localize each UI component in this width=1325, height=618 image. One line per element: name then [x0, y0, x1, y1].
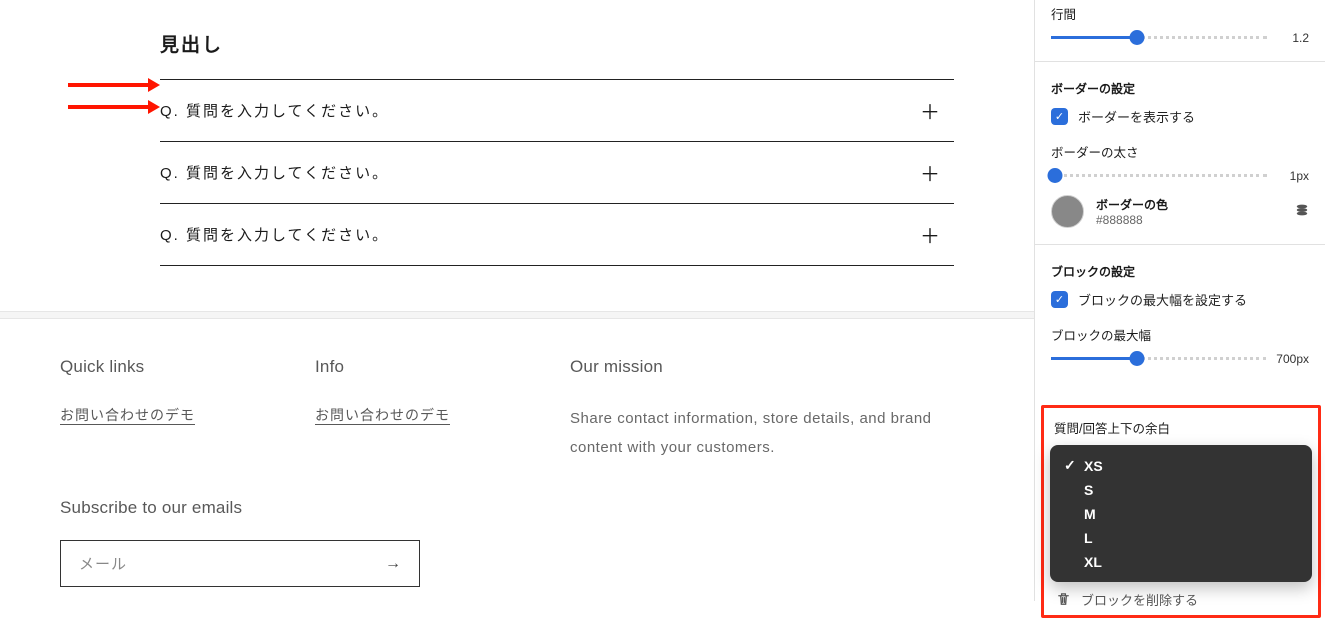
settings-sidebar: 行間 1.2 ボーダーの設定 ✓ ボーダーを表示する ボーダーの太さ 1px ボ…	[1034, 0, 1325, 601]
faq-list: Q. 質問を入力してください。 ＋ Q. 質問を入力してください。 ＋ Q. 質…	[160, 79, 954, 266]
dropdown-option-s[interactable]: S	[1050, 478, 1312, 502]
faq-item[interactable]: Q. 質問を入力してください。 ＋	[160, 204, 954, 266]
setting-label-padding: 質問/回答上下の余白	[1054, 418, 1308, 437]
delete-label: ブロックを削除する	[1081, 590, 1198, 609]
footer-col-info: Info お問い合わせのデモ	[315, 357, 450, 462]
footer-col-quicklinks: Quick links お問い合わせのデモ	[60, 357, 195, 462]
slider-value: 700px	[1276, 352, 1309, 366]
plus-icon: ＋	[920, 158, 950, 187]
faq-question: Q. 質問を入力してください。	[160, 224, 389, 245]
padding-dropdown[interactable]: ✓ XS S M L XL	[1050, 445, 1312, 582]
footer-col-title: Quick links	[60, 357, 195, 377]
faq-question: Q. 質問を入力してください。	[160, 162, 389, 183]
subscribe-title: Subscribe to our emails	[60, 498, 974, 518]
setting-label-border-thickness: ボーダーの太さ	[1051, 142, 1309, 161]
slider-track[interactable]	[1051, 169, 1267, 183]
color-label: ボーダーの色	[1096, 196, 1168, 213]
layers-icon[interactable]	[1295, 203, 1309, 220]
footer-link[interactable]: お問い合わせのデモ	[60, 407, 195, 423]
arrow-icon	[68, 77, 160, 93]
annotation-arrows	[68, 77, 160, 115]
dropdown-option-xl[interactable]: XL	[1050, 550, 1312, 574]
annotation-highlight: 質問/回答上下の余白 ✓ XS S M L XL	[1041, 405, 1321, 618]
arrow-right-icon[interactable]: →	[385, 555, 401, 573]
line-height-slider[interactable]: 1.2	[1051, 31, 1309, 45]
dropdown-option-m[interactable]: M	[1050, 502, 1312, 526]
footer: Quick links お問い合わせのデモ Info お問い合わせのデモ Our…	[0, 319, 1034, 462]
check-icon: ✓	[1064, 457, 1076, 474]
preview-pane: 見出し Q. 質問を入力してください。 ＋ Q. 質問を入力してください。 ＋ …	[0, 0, 1034, 601]
faq-item[interactable]: Q. 質問を入力してください。 ＋	[160, 142, 954, 204]
delete-block-button[interactable]: ブロックを削除する	[1048, 590, 1314, 609]
checkbox-checked-icon: ✓	[1051, 291, 1068, 308]
subscribe-section: Subscribe to our emails メール →	[0, 462, 1034, 587]
plus-icon: ＋	[920, 96, 950, 125]
email-placeholder: メール	[79, 553, 385, 574]
section-divider	[0, 311, 1034, 319]
section-title-border: ボーダーの設定	[1051, 80, 1309, 97]
slider-track[interactable]	[1051, 31, 1267, 45]
faq-question: Q. 質問を入力してください。	[160, 100, 389, 121]
dropdown-option-l[interactable]: L	[1050, 526, 1312, 550]
max-width-slider[interactable]: 700px	[1051, 352, 1309, 366]
slider-value: 1px	[1277, 169, 1309, 183]
checkbox-label: ボーダーを表示する	[1078, 107, 1195, 126]
faq-item[interactable]: Q. 質問を入力してください。 ＋	[160, 80, 954, 142]
footer-link[interactable]: お問い合わせのデモ	[315, 407, 450, 423]
color-hex: #888888	[1096, 213, 1168, 227]
border-color-picker[interactable]: ボーダーの色 #888888	[1051, 195, 1309, 228]
plus-icon: ＋	[920, 220, 950, 249]
enable-max-width-checkbox[interactable]: ✓ ブロックの最大幅を設定する	[1051, 290, 1309, 309]
arrow-icon	[68, 99, 160, 115]
footer-col-title: Info	[315, 357, 450, 377]
section-heading: 見出し	[160, 30, 954, 57]
checkbox-checked-icon: ✓	[1051, 108, 1068, 125]
show-border-checkbox[interactable]: ✓ ボーダーを表示する	[1051, 107, 1309, 126]
email-input[interactable]: メール →	[60, 540, 420, 587]
slider-value: 1.2	[1277, 31, 1309, 45]
border-thickness-slider[interactable]: 1px	[1051, 169, 1309, 183]
checkbox-label: ブロックの最大幅を設定する	[1078, 290, 1247, 309]
trash-icon	[1056, 592, 1071, 607]
dropdown-option-xs[interactable]: ✓ XS	[1050, 453, 1312, 478]
footer-col-title: Our mission	[570, 357, 964, 377]
setting-label-max-width: ブロックの最大幅	[1051, 325, 1309, 344]
setting-label-line-height: 行間	[1051, 4, 1309, 23]
color-swatch	[1051, 195, 1084, 228]
slider-track[interactable]	[1051, 352, 1266, 366]
section-title-block: ブロックの設定	[1051, 263, 1309, 280]
footer-col-mission: Our mission Share contact information, s…	[570, 357, 964, 462]
footer-mission-text: Share contact information, store details…	[570, 405, 964, 462]
